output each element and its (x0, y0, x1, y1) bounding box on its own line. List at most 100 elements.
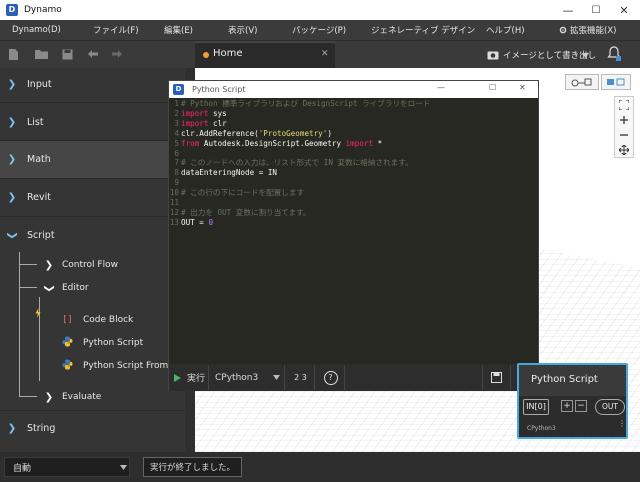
code-line: import clr (181, 119, 227, 128)
tab-close-icon[interactable]: ✕ (321, 49, 329, 59)
extensions-gear-icon (559, 26, 567, 34)
menu-extensions[interactable]: 拡張機能(X) (570, 24, 616, 36)
menu-help[interactable]: ヘルプ(H) (486, 24, 525, 36)
code-line: # 出力を OUT 変数に割り当てます。 (181, 208, 311, 217)
library-category-script[interactable]: ❯ Script (0, 219, 195, 251)
python-script-editor-window: D Python Script — ☐ ✕ 1 # Python 標準ライブラリお… (168, 80, 539, 391)
status-bar: 自動 実行が終了しました。 (0, 452, 640, 482)
menu-file[interactable]: ファイル(F) (93, 24, 139, 36)
geometry-view-toggle-button[interactable] (601, 74, 631, 90)
library-category-script-label: Script (27, 229, 55, 241)
help-icon: ? (323, 370, 338, 385)
library-category-list[interactable]: ❯ List (0, 106, 195, 138)
zoom-in-icon[interactable] (619, 115, 629, 128)
dynamo-app-icon: D (6, 4, 18, 16)
code-line: clr.AddReference('ProtoGeometry') (181, 129, 332, 138)
save-icon (491, 372, 502, 383)
python-editor-maximize-button[interactable]: ☐ (489, 83, 496, 92)
python-script-node[interactable]: Python Script IN[0] + − OUT CPython3 ⋮ (517, 363, 628, 439)
run-status-message: 実行が終了しました。 (143, 457, 243, 477)
output-port-out[interactable]: OUT (595, 399, 625, 415)
code-line: OUT = 0 (181, 218, 214, 227)
redo-icon[interactable] (111, 49, 123, 62)
menu-edit[interactable]: 編集(E) (164, 24, 193, 36)
title-bar: D Dynamo — ☐ ✕ (0, 0, 640, 20)
menu-generative-design[interactable]: ジェネレーティブ デザイン (371, 24, 475, 36)
close-button[interactable]: ✕ (610, 0, 638, 20)
chevron-down-icon (120, 465, 127, 470)
new-file-icon[interactable] (8, 48, 19, 64)
run-mode-value: 自動 (13, 463, 32, 474)
library-category-revit[interactable]: ❯ Revit (0, 181, 195, 213)
python-editor-close-button[interactable]: ✕ (519, 83, 526, 92)
code-line: # このノードへの入力は、リスト形式で IN 変数に格納されます。 (181, 158, 413, 167)
menu-view[interactable]: 表示(V) (228, 24, 257, 36)
library-node-code-block-label: Code Block (83, 315, 134, 325)
code-line: from Autodesk.DesignScript.Geometry impo… (181, 139, 383, 148)
library-subcategory-control-flow-label: Control Flow (62, 260, 118, 270)
engine-dropdown[interactable]: CPython3 (211, 365, 285, 390)
maximize-button[interactable]: ☐ (582, 0, 610, 20)
library-node-python-script-from-label: Python Script From (83, 361, 169, 371)
export-dropdown-chevron-icon[interactable] (582, 51, 589, 61)
library-category-math-label: Math (27, 154, 51, 165)
python-editor-footer: 実行 CPython3 2 3 ? (169, 364, 538, 391)
python-node-engine-label: CPython3 (527, 425, 556, 432)
menu-dynamo[interactable]: Dynamo(D) (12, 25, 61, 35)
run-status-text: 実行が終了しました。 (150, 463, 236, 473)
library-category-revit-label: Revit (27, 191, 52, 203)
library-subcategory-editor-label: Editor (62, 283, 89, 293)
code-line: # この行の下にコードを配置します (181, 188, 305, 197)
library-subcategory-evaluate-label: Evaluate (62, 392, 102, 402)
convert-2to3-button[interactable]: 2 3 (287, 365, 315, 390)
python-logo-icon (62, 336, 74, 350)
library-category-input-label: Input (27, 78, 52, 90)
camera-icon (487, 49, 499, 63)
library-category-string[interactable]: ❯ String (0, 414, 195, 442)
code-line: dataEnteringNode = IN (181, 168, 278, 177)
code-line: import sys (181, 109, 227, 118)
help-button[interactable]: ? (317, 365, 345, 390)
graph-view-toggle-button[interactable] (565, 74, 599, 90)
play-icon (174, 373, 181, 382)
save-icon[interactable] (62, 49, 73, 63)
undo-icon[interactable] (87, 49, 99, 62)
python-editor-minimize-button[interactable]: — (437, 83, 445, 92)
save-code-button[interactable] (482, 365, 510, 390)
chevron-down-icon (273, 375, 280, 380)
add-input-button[interactable]: + (561, 400, 573, 412)
python-editor-title-bar: D Python Script — ☐ ✕ (169, 81, 538, 98)
run-mode-dropdown[interactable]: 自動 (4, 457, 130, 477)
python-node-title: Python Script (531, 374, 598, 385)
pan-icon[interactable] (618, 144, 630, 158)
input-port-in0[interactable]: IN[0] (523, 399, 549, 415)
lightning-icon (35, 308, 41, 321)
code-line: # Python 標準ライブラリおよび DesignScript ライブラリをロ… (181, 99, 431, 108)
geometry-preview-icon (607, 78, 625, 86)
engine-dropdown-value: CPython3 (215, 372, 259, 383)
python-logo-icon (62, 359, 74, 373)
zoom-controls (614, 96, 634, 158)
library-category-list-label: List (27, 116, 44, 128)
minimize-button[interactable]: — (554, 0, 582, 20)
node-menu-icon[interactable]: ⋮ (618, 420, 626, 428)
remove-input-button[interactable]: − (575, 400, 587, 412)
open-folder-icon[interactable] (35, 49, 48, 63)
graph-nodes-icon (571, 78, 592, 87)
tab-home[interactable]: Home ✕ (195, 41, 335, 68)
library-node-python-script-label: Python Script (83, 338, 144, 348)
toolbar: Home ✕ イメージとして書き出し (0, 41, 640, 68)
code-editor[interactable]: 1 # Python 標準ライブラリおよび DesignScript ライブラリを… (169, 98, 538, 364)
library-sidebar: ❯ Input ❯ List ❯ Math ❯ Revit ❯ Script ❯ Contr… (0, 68, 195, 452)
notification-bell-icon[interactable] (607, 45, 621, 64)
menu-bar: Dynamo(D) ファイル(F) 編集(E) 表示(V) パッケージ(P) ジ… (0, 20, 640, 41)
dynamo-app-icon: D (173, 84, 184, 95)
run-button[interactable]: 実行 (171, 365, 209, 390)
zoom-out-icon[interactable] (619, 130, 629, 143)
library-category-input[interactable]: ❯ Input (0, 68, 195, 100)
run-button-label: 実行 (187, 374, 206, 384)
zoom-fit-icon[interactable] (618, 99, 630, 113)
library-category-math[interactable]: ❯ Math (0, 141, 195, 178)
menu-packages[interactable]: パッケージ(P) (292, 24, 346, 36)
convert-2to3-label: 2 3 (294, 373, 307, 382)
